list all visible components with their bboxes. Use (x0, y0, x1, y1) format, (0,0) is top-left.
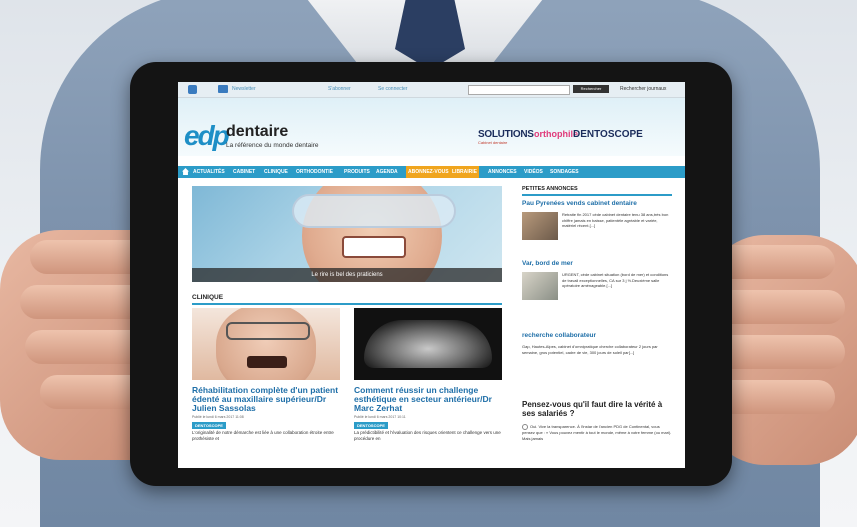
login-link[interactable]: Se connecter (378, 86, 407, 92)
right-finger (715, 380, 835, 414)
ad-title[interactable]: Var, bord de mer (522, 260, 573, 267)
article-image[interactable] (192, 308, 340, 380)
right-finger (715, 335, 845, 369)
partner-orthophile[interactable]: orthophile (534, 129, 578, 139)
article-badge[interactable]: DENTOSCOPE (192, 422, 226, 429)
eyeglasses (226, 322, 310, 340)
nav-item-clinique[interactable]: CLINIQUE (264, 169, 288, 175)
partner-dentoscope[interactable]: DENTOSCOPE (573, 129, 643, 140)
ad-text: Retraite fin 2017 cède cabinet dentaire … (562, 212, 669, 228)
home-icon[interactable] (182, 168, 189, 175)
partner-solutions-sub: Cabinet dentaire (478, 140, 508, 145)
hero-image[interactable]: Le rire is bel des praticiens (192, 186, 502, 282)
article-excerpt: L'originalité de notre démarche est liée… (192, 430, 334, 441)
safety-goggles (292, 194, 456, 228)
poll-option[interactable]: Oui. Vive la transparence. À l'instar de… (522, 424, 672, 441)
tablet: Newsletter S'abonner Se connecter Recher… (130, 62, 732, 486)
ad-image[interactable] (522, 212, 558, 240)
article-image[interactable] (354, 308, 502, 380)
logo-word[interactable]: dentaire (226, 123, 288, 141)
mail-icon[interactable] (218, 85, 228, 93)
logo-tagline: La référence du monde dentaire (226, 142, 319, 149)
article-title[interactable]: Comment réussir un challenge esthétique … (354, 386, 504, 413)
sidebar: PETITES ANNONCES (522, 186, 672, 196)
nav-item-orthodontie[interactable]: ORTHODONTIE (296, 169, 333, 175)
sidebar-heading: PETITES ANNONCES (522, 186, 672, 196)
poll-question: Pensez-vous qu'il faut dire la vérité à … (522, 400, 663, 418)
nav-item-actualites[interactable]: ACTUALITÉS (193, 169, 225, 175)
dental-xray (364, 320, 492, 368)
top-bar: Newsletter S'abonner Se connecter Recher… (178, 82, 685, 98)
ad-text: Gap, Hautes-Alpes, cabinet d'omnipratiqu… (522, 344, 658, 355)
section-divider (192, 303, 502, 305)
register-link[interactable]: S'abonner (328, 86, 351, 92)
article-excerpt: La prédictibilité et l'évaluation des ri… (354, 430, 501, 441)
ad-title[interactable]: recherche collaborateur (522, 332, 596, 339)
nav-item-sondages[interactable]: SONDAGES (550, 169, 579, 175)
ad-text: URGENT, cède cabinet situation (bord de … (562, 272, 669, 288)
ad-title[interactable]: Pau Pyrenées vends cabinet dentaire (522, 200, 637, 207)
main-nav: ACTUALITÉS CABINET CLINIQUE ORTHODONTIE … (178, 166, 685, 178)
nav-item-cabinet[interactable]: CABINET (233, 169, 255, 175)
article-title[interactable]: Réhabilitation complète d'un patient éde… (192, 386, 342, 413)
nav-item-produits[interactable]: PRODUITS (344, 169, 370, 175)
search-button[interactable]: Rechercher (573, 85, 609, 93)
article-badge[interactable]: DENTOSCOPE (354, 422, 388, 429)
logo-mark[interactable]: edp (184, 120, 230, 152)
rss-icon[interactable] (188, 85, 197, 94)
search-input[interactable] (468, 85, 570, 95)
ad-image[interactable] (522, 272, 558, 300)
nav-item-agenda[interactable]: AGENDA (376, 169, 398, 175)
nav-item-librairie[interactable]: LIBRAIRIE (450, 166, 479, 178)
partner-solutions[interactable]: SOLUTIONS (478, 129, 534, 140)
article-meta: Publié le lundi 6 mars 2017 11:08 (192, 415, 244, 419)
tablet-screen: Newsletter S'abonner Se connecter Recher… (178, 82, 685, 468)
nav-item-annonces[interactable]: ANNONCES (488, 169, 517, 175)
patient-face (216, 308, 316, 380)
article-meta: Publié le lundi 6 mars 2017 10:11 (354, 415, 406, 419)
photo-scene: Newsletter S'abonner Se connecter Recher… (0, 0, 857, 527)
right-finger (715, 245, 835, 279)
poll-option-label: Oui. Vive la transparence. À l'instar de… (522, 424, 672, 441)
search-journals-link[interactable]: Rechercher journaux (620, 86, 666, 92)
right-finger (715, 290, 845, 324)
nav-item-abonnez-vous[interactable]: ABONNEZ-VOUS (406, 166, 451, 178)
hero-caption[interactable]: Le rire is bel des praticiens (192, 268, 502, 282)
site-header: edp dentaire La référence du monde denta… (178, 98, 685, 156)
smile (342, 236, 406, 258)
nav-item-videos[interactable]: VIDÉOS (524, 169, 543, 175)
section-title: CLINIQUE (192, 294, 224, 301)
missing-teeth (247, 356, 287, 368)
newsletter-link[interactable]: Newsletter (232, 86, 256, 92)
